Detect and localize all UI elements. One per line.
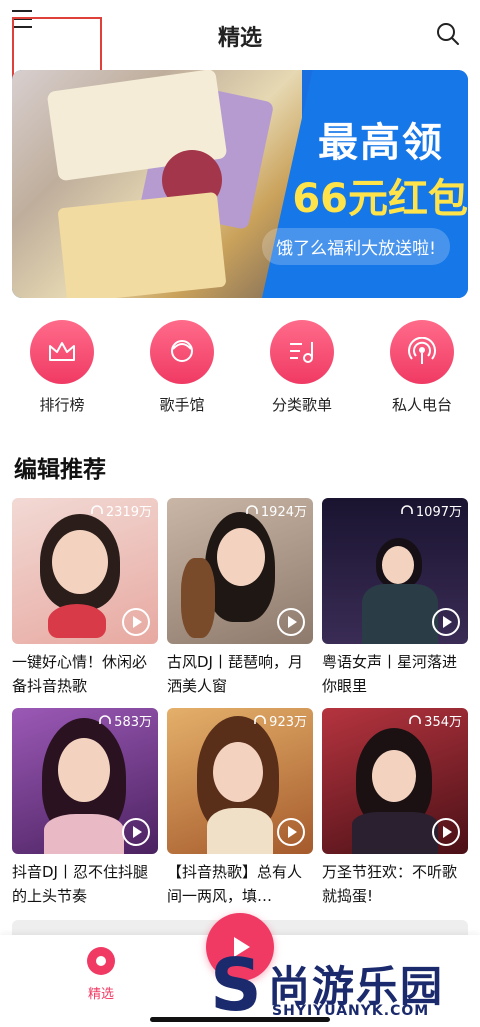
tab-label: 精选 — [87, 987, 114, 1002]
play-count: 354万 — [409, 711, 462, 730]
play-icon[interactable] — [122, 818, 150, 846]
playlist-title: 粤语女声丨星河落进你眼里 — [322, 653, 458, 695]
play-icon[interactable] — [277, 608, 305, 636]
playlist-cover: 1924万 — [167, 498, 313, 644]
playlist-icon — [270, 320, 334, 384]
site-watermark-logo: S 尚游乐园 SHYIYUANYK.COM — [210, 943, 445, 1027]
tab-featured[interactable]: 精选 — [78, 947, 124, 1002]
banner-cake-image — [12, 70, 302, 298]
playlist-card[interactable]: 354万 万圣节狂欢：不听歌就捣蛋! — [322, 708, 468, 908]
entry-playlists[interactable]: 分类歌单 — [244, 320, 360, 415]
page-title: 精选 — [217, 26, 262, 51]
playlist-title: 古风DJ丨琵琶响，月洒美人窗 — [167, 653, 303, 695]
search-icon[interactable] — [436, 22, 460, 46]
playlist-card[interactable]: 923万 【抖音热歌】总有人间一两风，填… — [167, 708, 313, 908]
playlist-cover: 583万 — [12, 708, 158, 854]
playlist-title: 万圣节狂欢：不听歌就捣蛋! — [322, 863, 458, 905]
headphones-icon — [91, 504, 103, 514]
entry-label: 分类歌单 — [271, 396, 332, 414]
playlist-title: 【抖音热歌】总有人间一两风，填… — [167, 863, 303, 905]
headphones-icon — [401, 504, 413, 514]
play-icon[interactable] — [277, 818, 305, 846]
play-icon[interactable] — [432, 608, 460, 636]
headphones-icon — [254, 714, 266, 724]
entry-label: 私人电台 — [391, 396, 452, 414]
section-title: 编辑推荐 — [14, 457, 106, 483]
singer-icon — [150, 320, 214, 384]
quick-entries: 排行榜 歌手馆 分类歌单 私人电台 — [0, 320, 480, 415]
playlist-title: 一键好心情！休闲必备抖音热歌 — [12, 653, 148, 695]
entry-radio[interactable]: 私人电台 — [364, 320, 480, 415]
banner-headline: 最高领 — [318, 120, 444, 166]
headphones-icon — [246, 504, 258, 514]
play-count: 583万 — [99, 711, 152, 730]
play-icon[interactable] — [122, 608, 150, 636]
playlist-cover: 1097万 — [322, 498, 468, 644]
promo-banner[interactable]: 最高领 66元红包 饿了么福利大放送啦! — [12, 70, 468, 298]
playlist-cover: 2319万 — [12, 498, 158, 644]
play-icon[interactable] — [432, 818, 460, 846]
top-bar: 精选 — [0, 0, 480, 85]
entry-label: 歌手馆 — [159, 396, 205, 414]
playlist-cover: 923万 — [167, 708, 313, 854]
entry-singers[interactable]: 歌手馆 — [124, 320, 240, 415]
headphones-icon — [409, 714, 421, 724]
play-count: 2319万 — [91, 501, 152, 520]
banner-subtitle: 饿了么福利大放送啦! — [262, 228, 450, 265]
play-count: 1097万 — [401, 501, 462, 520]
banner-amount: 66元红包 — [292, 176, 468, 222]
playlist-card[interactable]: 583万 抖音DJ丨忍不住抖腿的上头节奏 — [12, 708, 158, 908]
play-count: 1924万 — [246, 501, 307, 520]
entry-label: 排行榜 — [39, 396, 85, 414]
music-disc-icon — [87, 947, 115, 975]
entry-charts[interactable]: 排行榜 — [4, 320, 120, 415]
playlist-card[interactable]: 1097万 粤语女声丨星河落进你眼里 — [322, 498, 468, 698]
crown-icon — [30, 320, 94, 384]
radio-icon — [390, 320, 454, 384]
headphones-icon — [99, 714, 111, 724]
playlist-title: 抖音DJ丨忍不住抖腿的上头节奏 — [12, 863, 148, 905]
playlist-cover: 354万 — [322, 708, 468, 854]
playlist-card[interactable]: 1924万 古风DJ丨琵琶响，月洒美人窗 — [167, 498, 313, 698]
playlist-grid: 2319万 一键好心情！休闲必备抖音热歌 1924万 古风DJ丨琵琶响，月洒美人… — [12, 498, 468, 908]
playlist-card[interactable]: 2319万 一键好心情！休闲必备抖音热歌 — [12, 498, 158, 698]
play-count: 923万 — [254, 711, 307, 730]
